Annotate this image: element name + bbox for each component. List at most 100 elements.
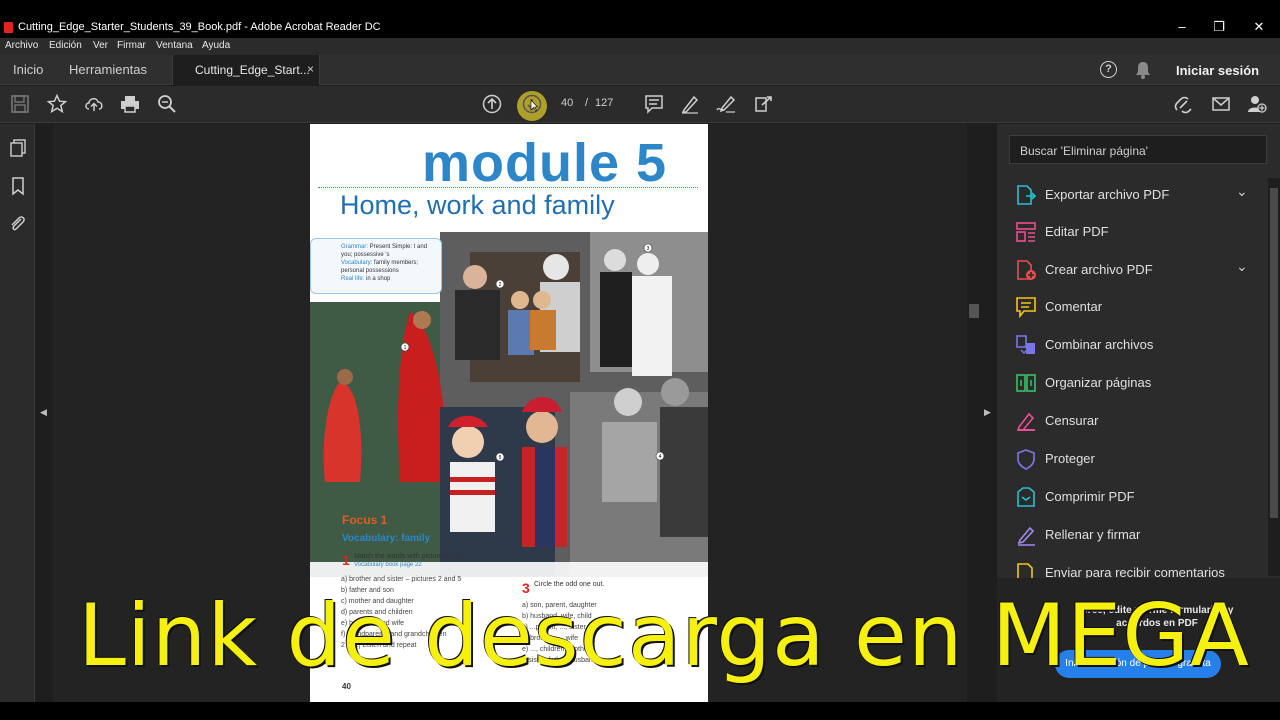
tools-search-input[interactable]: Buscar 'Eliminar página' [1009,135,1267,164]
combine-files-icon [1015,334,1037,356]
download-link-caption: Link de descarga en MEGA [78,586,1250,686]
sign-pen-icon[interactable] [716,94,736,114]
tab-bar: Inicio Herramientas Cutting_Edge_Start..… [0,55,1280,85]
protect-shield-icon [1015,448,1037,470]
exercise-1-number: 1 [342,552,350,568]
save-icon[interactable] [10,94,30,114]
tool-fill-sign[interactable]: Rellenar y firmar [1015,523,1255,547]
left-pane-collapse-icon[interactable]: ◀ [40,407,47,418]
bottom-bar [0,702,1280,720]
menu-ver[interactable]: Ver [93,40,108,51]
list-item: a) brother and sister – pictures 2 and 5 [341,576,462,583]
close-window-button[interactable]: ✕ [1252,20,1266,34]
page-total: 127 [595,97,614,109]
bookmark-icon[interactable] [8,176,28,196]
zoom-icon[interactable] [157,94,177,114]
tool-create-pdf[interactable]: Crear archivo PDF ⌄ [1015,258,1255,282]
info-line: Vocabulary: family members; personal pos… [341,260,419,274]
tool-compress-pdf[interactable]: Comprimir PDF [1015,485,1255,509]
notification-bell-icon[interactable] [1135,61,1151,84]
tab-close-icon[interactable]: × [307,62,314,76]
tool-label: Comentar [1045,299,1103,314]
help-icon[interactable]: ? [1100,61,1117,78]
tool-label: Organizar páginas [1045,375,1152,390]
export-pdf-icon [1015,184,1037,206]
tool-label: Exportar archivo PDF [1045,187,1170,202]
create-pdf-icon [1015,259,1037,281]
picture-label-2: 2 [499,282,502,288]
menu-firmar[interactable]: Firmar [117,40,146,51]
tool-export-pdf[interactable]: Exportar archivo PDF ⌄ [1015,183,1255,207]
picture-label-4: 4 [659,454,662,460]
redact-icon [1015,410,1037,432]
tool-edit-pdf[interactable]: Editar PDF [1015,220,1255,244]
tool-combine-files[interactable]: Combinar archivos [1015,333,1255,357]
chevron-down-icon[interactable]: ⌄ [1236,258,1248,275]
menu-archivo[interactable]: Archivo [5,40,38,51]
tool-label: Editar PDF [1045,224,1109,239]
module-contents-box: Grammar: Present Simple: I and you; poss… [310,238,442,294]
picture-label-5: 5 [499,455,502,461]
menu-edicion[interactable]: Edición [49,40,82,51]
page-separator: / [585,97,589,109]
tab-document-label: Cutting_Edge_Start... [195,63,310,77]
module-subtitle: Home, work and family [340,190,615,220]
menu-bar: Archivo Edición Ver Firmar Ventana Ayuda [0,38,1280,55]
tools-scrollbar[interactable] [1268,178,1280,576]
add-user-icon[interactable] [1247,94,1267,114]
organize-pages-icon [1015,372,1037,394]
window-title: Cutting_Edge_Starter_Students_39_Book.pd… [18,21,381,33]
fill-form-icon[interactable] [753,94,773,114]
tool-organize-pages[interactable]: Organizar páginas [1015,371,1255,395]
print-icon[interactable] [120,94,140,114]
module-title: module 5 [422,133,668,193]
highlight-pen-icon[interactable] [680,94,700,114]
email-icon[interactable] [1211,94,1231,114]
focus-heading: Focus 1 [342,513,388,527]
vocab-heading: Vocabulary: family [342,533,431,544]
tab-tools[interactable]: Herramientas [69,62,147,77]
comment-tool-icon [1015,296,1037,319]
comment-icon[interactable] [644,94,664,114]
title-divider [318,187,698,188]
tool-label: Rellenar y firmar [1045,527,1141,542]
picture-label-1: 1 [404,345,407,351]
tool-redact[interactable]: Censurar [1015,409,1255,433]
picture-label-3: 3 [647,246,650,252]
tool-comment[interactable]: Comentar [1015,295,1255,319]
right-pane-collapse-icon[interactable]: ▶ [984,407,991,418]
tool-protect[interactable]: Proteger [1015,447,1255,471]
chevron-down-icon[interactable]: ⌄ [1236,183,1248,200]
page-down-icon[interactable] [522,94,542,114]
tools-scroll-thumb[interactable] [1270,188,1278,518]
menu-ayuda[interactable]: Ayuda [202,40,230,51]
document-scroll-thumb[interactable] [969,304,979,318]
left-navigation-pane [0,124,35,702]
page-up-icon[interactable] [482,94,502,114]
main-toolbar: 40 / 127 [0,86,1280,123]
tab-home[interactable]: Inicio [13,62,43,77]
share-link-icon[interactable] [1174,94,1194,114]
fill-sign-icon [1015,524,1037,546]
tab-document[interactable]: Cutting_Edge_Start... × [172,55,320,85]
pdf-file-icon [4,22,13,33]
tool-label: Proteger [1045,451,1095,466]
compress-pdf-icon [1015,486,1037,508]
acrobat-window: Cutting_Edge_Starter_Students_39_Book.pd… [0,0,1280,720]
maximize-button[interactable]: ❐ [1212,20,1226,34]
tool-label: Crear archivo PDF [1045,262,1153,277]
page-number-input[interactable]: 40 [561,97,573,109]
tool-label: Comprimir PDF [1045,489,1135,504]
signin-button[interactable]: Iniciar sesión [1176,63,1259,78]
tool-label: Censurar [1045,413,1099,428]
edit-pdf-icon [1015,221,1037,243]
minimize-button[interactable]: – [1175,20,1189,34]
star-icon[interactable] [46,93,68,114]
attachment-icon[interactable] [8,214,28,234]
page-thumbnails-icon[interactable] [8,138,28,158]
upload-cloud-icon[interactable] [84,94,104,114]
info-line: Grammar: Present Simple: I and you; poss… [341,244,428,258]
exercise-1-instruction: Match the words with pictures 1–5. [354,553,462,560]
menu-ventana[interactable]: Ventana [156,40,193,51]
tool-label: Combinar archivos [1045,337,1154,352]
